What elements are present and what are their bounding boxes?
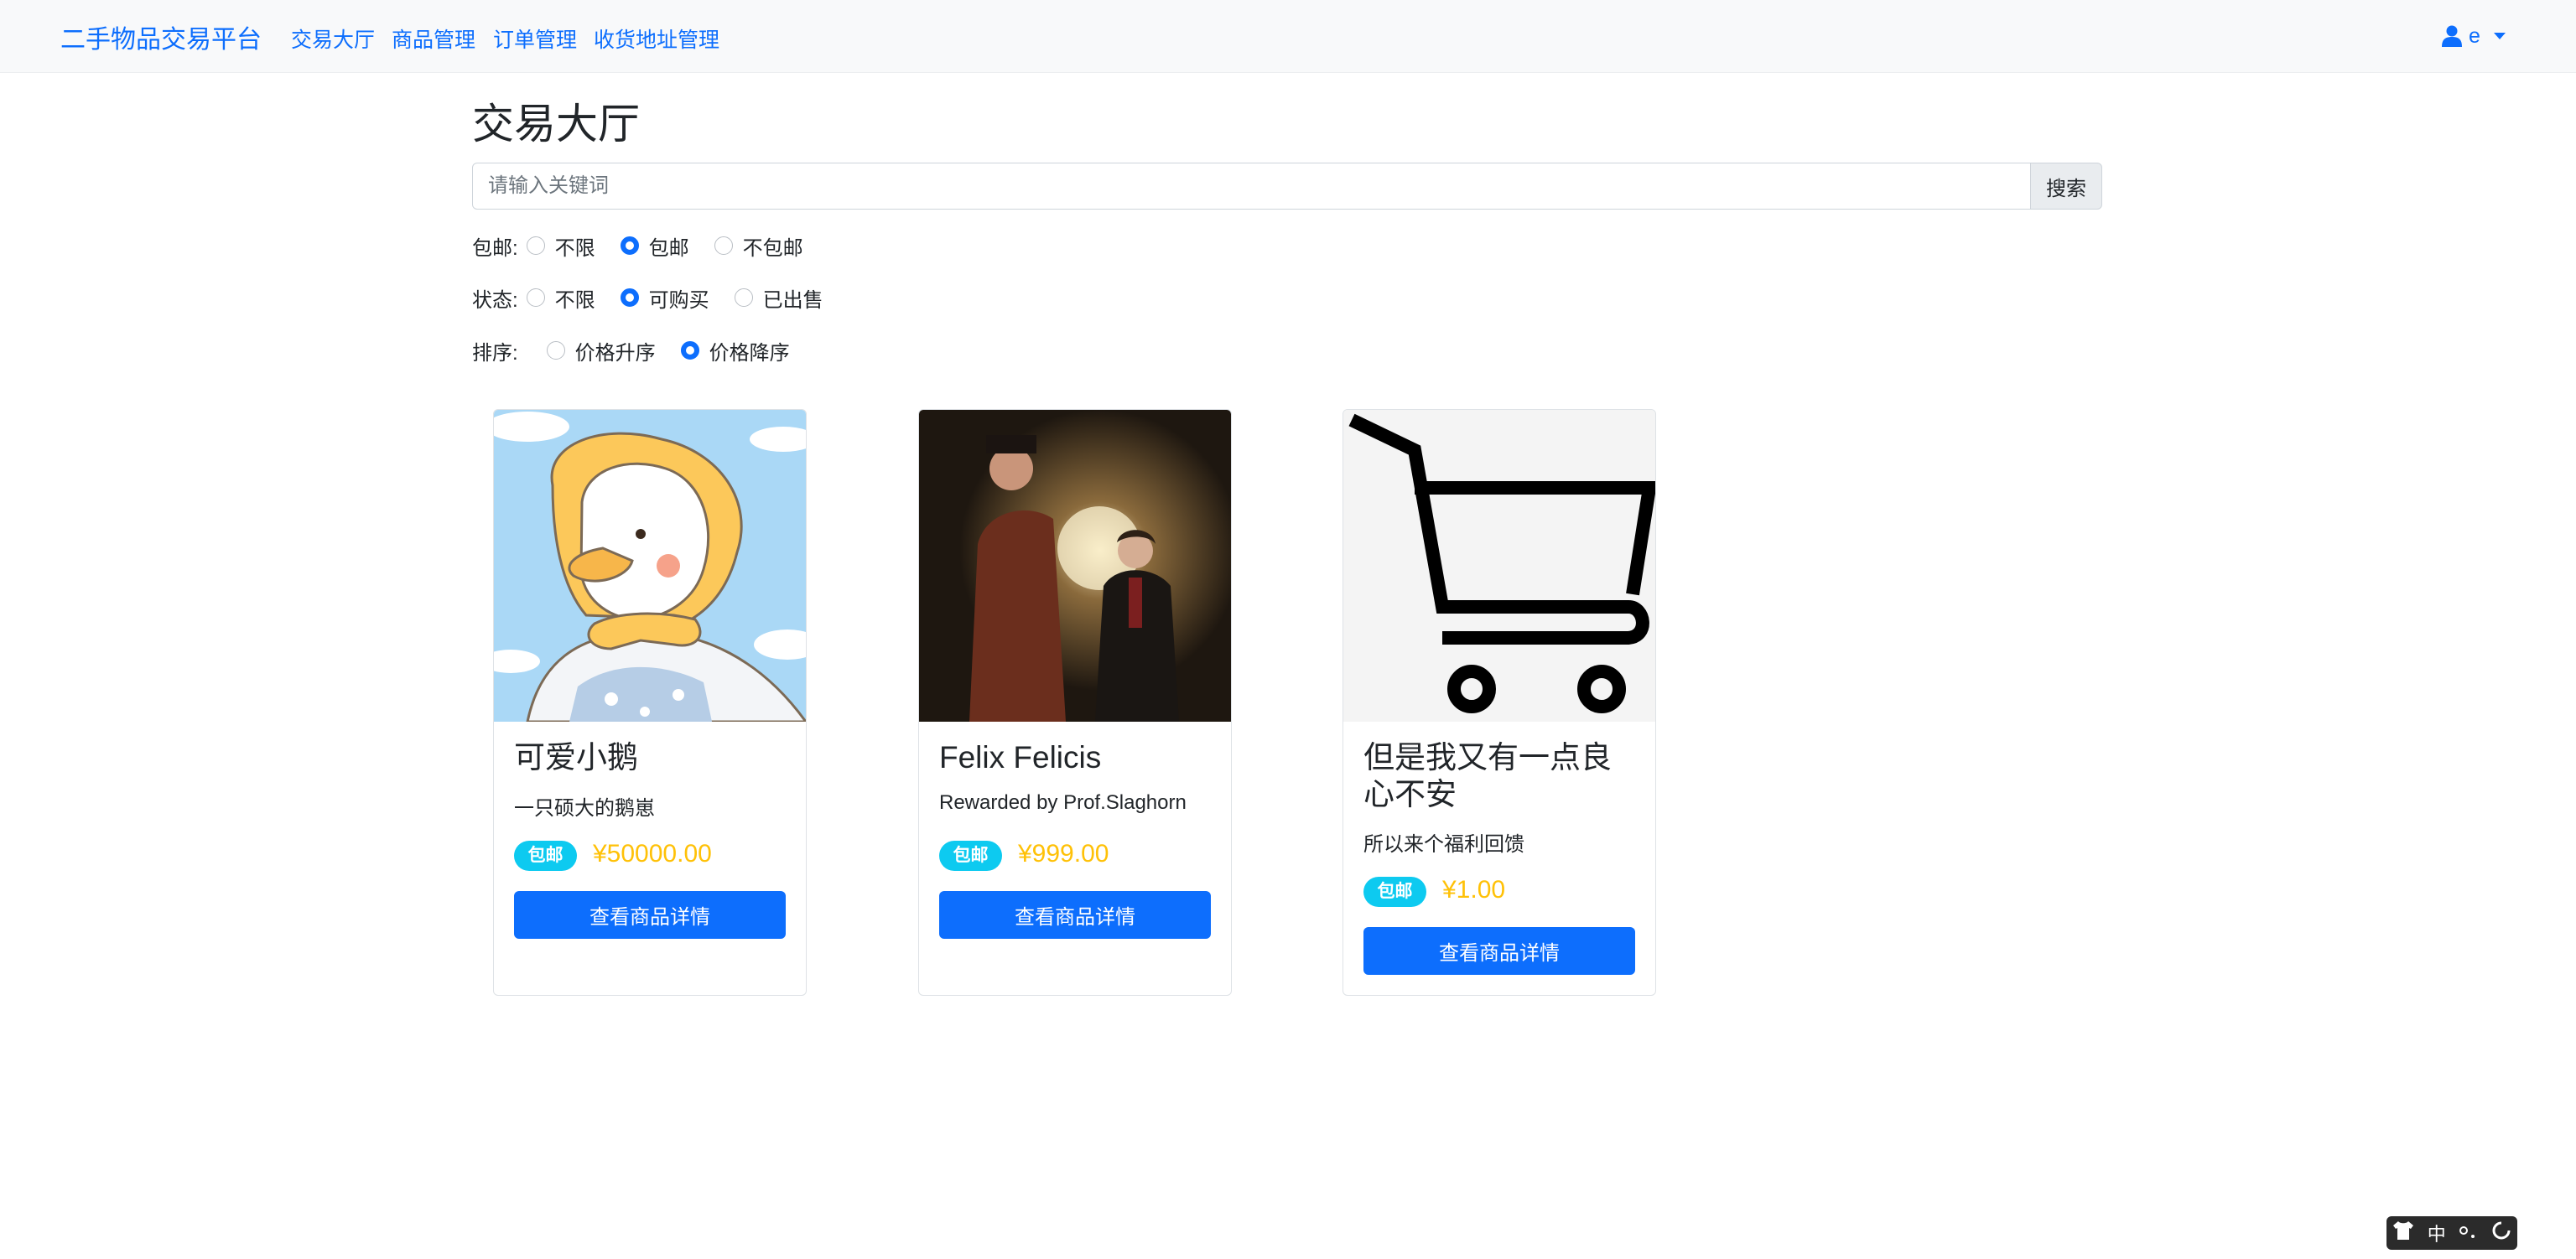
ime-mode-label[interactable]: 中 (2428, 1220, 2446, 1246)
product-image-photo (919, 410, 1231, 722)
skin-icon[interactable] (2393, 1221, 2414, 1245)
page-title: 交易大厅 (472, 101, 640, 148)
shipping-filter: 包邮: 不限 包邮 不包邮 (472, 231, 828, 261)
sort-filter-label: 排序: (472, 341, 518, 365)
sort-option-price-asc[interactable]: 价格升序 (546, 336, 656, 365)
user-name: e (2469, 23, 2480, 48)
option-label: 已出售 (762, 288, 823, 312)
ime-toolbar[interactable]: 中 (2386, 1216, 2517, 1250)
product-title: 可爱小鹅 (514, 740, 638, 775)
product-title: Felix Felicis (939, 740, 1102, 775)
view-details-button[interactable]: 查看商品详情 (514, 891, 786, 939)
radio-icon[interactable] (734, 288, 753, 307)
search-bar: 搜索 (472, 163, 2102, 210)
status-option-available[interactable]: 可购买 (620, 283, 709, 313)
free-shipping-badge: 包邮 (1363, 877, 1426, 907)
free-shipping-badge: 包邮 (939, 841, 1002, 871)
product-card: 可爱小鹅 一只硕大的鹅崽 包邮 ¥50000.00 查看商品详情 (493, 409, 807, 996)
option-label: 价格升序 (574, 341, 656, 365)
shipping-option-any[interactable]: 不限 (526, 231, 595, 261)
product-image-duck (494, 410, 806, 722)
settings-icon[interactable] (2492, 1221, 2511, 1245)
search-input[interactable] (472, 163, 2031, 210)
user-dropdown[interactable]: e (2442, 22, 2506, 50)
option-label: 可购买 (648, 288, 709, 312)
free-shipping-badge: 包邮 (514, 841, 577, 871)
option-label: 包邮 (648, 236, 689, 260)
shipping-option-not-free[interactable]: 不包邮 (714, 231, 803, 261)
view-details-button[interactable]: 查看商品详情 (1363, 927, 1635, 975)
nav-link-trading-hall[interactable]: 交易大厅 (291, 23, 375, 54)
view-details-button[interactable]: 查看商品详情 (939, 891, 1211, 939)
option-label: 价格降序 (709, 341, 790, 365)
nav-link-order-management[interactable]: 订单管理 (493, 23, 577, 54)
status-option-sold[interactable]: 已出售 (734, 283, 823, 313)
radio-icon[interactable] (526, 236, 545, 255)
shopping-cart-icon (1343, 410, 1655, 722)
product-description: 一只硕大的鹅崽 (514, 797, 655, 820)
nav-link-product-management[interactable]: 商品管理 (392, 23, 475, 54)
option-label: 不包邮 (742, 236, 803, 260)
radio-checked-icon[interactable] (680, 341, 699, 360)
sort-filter: 排序: 价格升序 价格降序 (472, 336, 815, 365)
radio-icon[interactable] (546, 341, 565, 360)
user-icon (2442, 25, 2462, 47)
brand-link[interactable]: 二手物品交易平台 (60, 18, 262, 55)
product-price: ¥999.00 (1018, 840, 1109, 868)
product-title: 但是我又有一点良心不安 (1363, 740, 1612, 811)
shipping-filter-label: 包邮: (472, 236, 518, 260)
status-option-any[interactable]: 不限 (526, 283, 595, 313)
nav-link-address-management[interactable]: 收货地址管理 (594, 23, 719, 54)
product-price: ¥50000.00 (593, 840, 712, 868)
shipping-option-free[interactable]: 包邮 (620, 231, 689, 261)
option-label: 不限 (554, 236, 595, 260)
radio-icon[interactable] (526, 288, 545, 307)
status-filter-label: 状态: (472, 288, 518, 312)
sort-option-price-desc[interactable]: 价格降序 (680, 336, 790, 365)
product-card: Felix Felicis Rewarded by Prof.Slaghorn … (918, 409, 1232, 996)
product-description: Rewarded by Prof.Slaghorn (939, 791, 1187, 814)
radio-icon[interactable] (714, 236, 733, 255)
chevron-down-icon (2493, 33, 2506, 39)
top-navbar: 二手物品交易平台 交易大厅 商品管理 订单管理 收货地址管理 e (0, 0, 2576, 73)
radio-checked-icon[interactable] (620, 236, 639, 255)
status-filter: 状态: 不限 可购买 已出售 (472, 283, 849, 313)
product-card: 但是我又有一点良心不安 所以来个福利回馈 包邮 ¥1.00 查看商品详情 (1343, 409, 1656, 996)
radio-checked-icon[interactable] (620, 288, 639, 307)
search-button[interactable]: 搜索 (2031, 163, 2102, 210)
option-label: 不限 (554, 288, 595, 312)
product-price: ¥1.00 (1442, 876, 1506, 904)
punctuation-icon[interactable] (2459, 1222, 2478, 1244)
product-description: 所以来个福利回馈 (1363, 833, 1524, 856)
